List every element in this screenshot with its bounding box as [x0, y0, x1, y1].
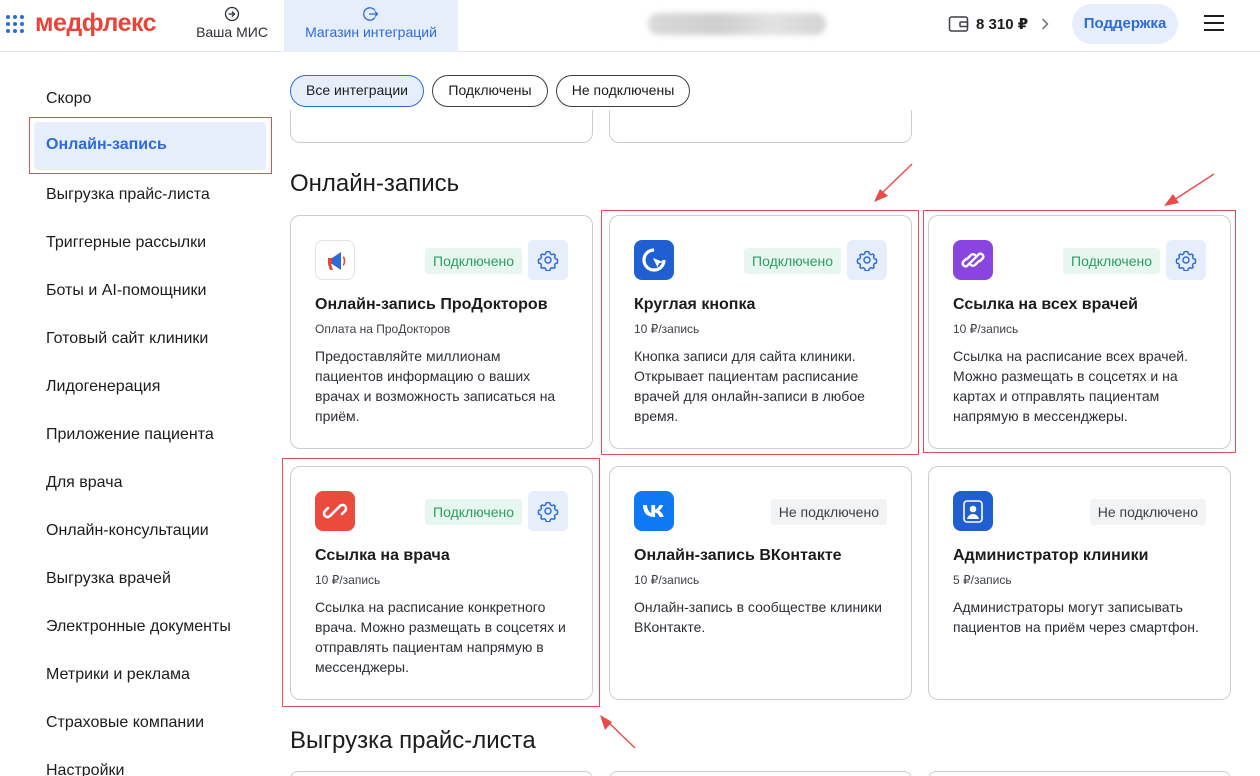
card-description: Администраторы могут записывать пациенто… [953, 599, 1199, 635]
status-badge: Подключено [425, 248, 522, 274]
sidebar-item-price-export[interactable]: Выгрузка прайс-листа [46, 186, 210, 204]
filter-not-connected[interactable]: Не подключены [556, 75, 690, 107]
sidebar-item-online-consultations[interactable]: Онлайн-консультации [46, 522, 209, 540]
annotation-highlight-box [282, 458, 600, 707]
app-root: { "header": { "logo": "медфлекс", "tabs"… [0, 0, 1260, 776]
top-bar: медфлекс Ваша МИС Магазин интеграций 8 3… [0, 0, 1260, 52]
sidebar-item-clinic-website[interactable]: Готовый сайт клиники [46, 330, 208, 348]
gear-icon [537, 250, 559, 271]
card-stub[interactable] [290, 771, 593, 776]
sidebar-item-insurance[interactable]: Страховые компании [46, 714, 204, 732]
section-title-online-booking: Онлайн-запись [290, 170, 460, 197]
section-title-price-export: Выгрузка прайс-листа [290, 727, 536, 754]
card-stub[interactable] [609, 110, 912, 143]
card-price: Оплата на ПроДокторов [315, 322, 451, 336]
tab-integration-store[interactable]: Магазин интеграций [284, 0, 458, 52]
sidebar-item-settings[interactable]: Настройки [46, 762, 124, 776]
annotation-arrow [874, 163, 913, 202]
card-stub[interactable] [609, 771, 912, 776]
card-description: Предоставляйте миллионам пациентов инфор… [315, 348, 556, 424]
settings-button[interactable] [528, 240, 568, 280]
annotation-highlight-box [923, 210, 1236, 453]
card-price: 5 ₽/запись [953, 573, 1012, 587]
chevron-right-icon[interactable] [1040, 17, 1050, 31]
integration-card[interactable]: Не подключено Администратор клиники 5 ₽/… [928, 466, 1231, 700]
filter-all-integrations[interactable]: Все интеграции [290, 75, 424, 107]
blurred-account-name[interactable] [648, 13, 826, 35]
card-description: Онлайн-запись в сообществе клиники ВКонт… [634, 599, 882, 635]
integration-card[interactable]: Не подключено Онлайн-запись ВКонтакте 10… [609, 466, 912, 700]
admin-user-icon [953, 491, 993, 531]
tab-your-mis[interactable]: Ваша МИС [184, 0, 280, 52]
sidebar-item-bots-ai[interactable]: Боты и AI-помощники [46, 282, 206, 300]
medflex-logo[interactable]: медфлекс [35, 9, 157, 38]
annotation-arrow [1164, 173, 1215, 206]
status-badge: Не подключено [770, 499, 887, 525]
filter-connected[interactable]: Подключены [432, 75, 548, 107]
wallet-icon [948, 16, 969, 32]
logout-icon [363, 7, 379, 21]
annotation-arrow [600, 715, 636, 749]
card-price: 10 ₽/запись [634, 573, 700, 587]
menu-icon[interactable] [1204, 15, 1224, 33]
card-title: Администратор клиники [953, 547, 1149, 564]
balance-amount[interactable]: 8 310 ₽ [976, 15, 1028, 33]
sidebar-item-patient-app[interactable]: Приложение пациента [46, 426, 214, 444]
sidebar-item-trigger-mailings[interactable]: Триггерные рассылки [46, 234, 206, 252]
sidebar-item-doctors-export[interactable]: Выгрузка врачей [46, 570, 171, 588]
sidebar-item-lead-generation[interactable]: Лидогенерация [46, 378, 160, 396]
sidebar-item-soon[interactable]: Скоро [46, 90, 91, 108]
apps-grid-icon[interactable] [6, 15, 24, 33]
card-stub[interactable] [290, 110, 593, 143]
vk-icon [634, 491, 674, 531]
support-button[interactable]: Поддержка [1072, 4, 1178, 44]
card-stub[interactable] [928, 771, 1231, 776]
card-title: Онлайн-запись ВКонтакте [634, 547, 842, 564]
megaphone-icon [315, 240, 355, 280]
tab-integration-store-label: Магазин интеграций [305, 24, 437, 40]
annotation-highlight-box [29, 117, 272, 174]
annotation-highlight-box [601, 210, 919, 455]
sidebar-item-e-documents[interactable]: Электронные документы [46, 618, 231, 636]
sidebar-item-metrics-ads[interactable]: Метрики и реклама [46, 666, 190, 684]
card-title: Онлайн-запись ПроДокторов [315, 296, 548, 313]
login-icon [224, 6, 240, 22]
integration-card[interactable]: Подключено Онлайн-запись ПроДокторов Опл… [290, 215, 593, 449]
tab-your-mis-label: Ваша МИС [196, 24, 268, 40]
status-badge: Не подключено [1089, 499, 1206, 525]
sidebar-item-for-doctor[interactable]: Для врача [46, 474, 122, 492]
